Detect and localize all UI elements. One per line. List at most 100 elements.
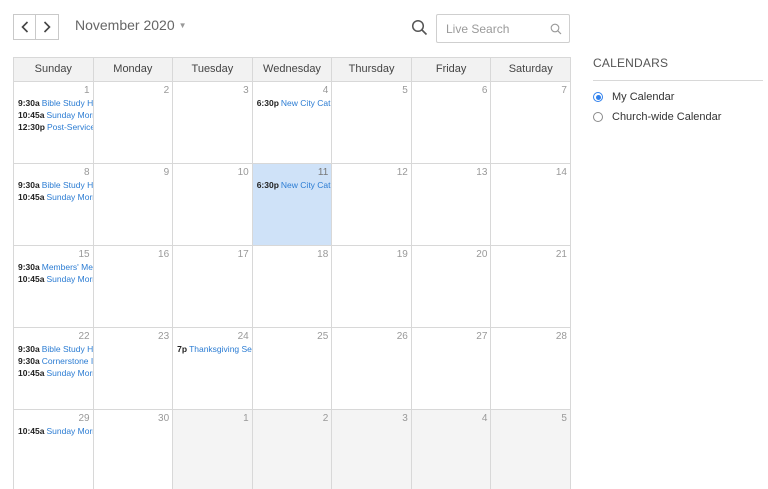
day-number[interactable]: 15 [14, 249, 93, 261]
caret-down-icon: ▼ [178, 20, 187, 30]
day-number[interactable]: 22 [14, 331, 93, 343]
day-cell[interactable]: 9 [93, 164, 174, 246]
radio-checked-icon[interactable] [593, 92, 603, 102]
day-cell[interactable]: 16 [93, 246, 174, 328]
day-cell-other-month[interactable]: 5 [491, 410, 571, 489]
day-number[interactable]: 1 [173, 413, 252, 425]
day-cell[interactable]: 15 9:30a Members' Me 10:45a Sunday Morr [14, 246, 94, 328]
day-number[interactable]: 6 [412, 85, 491, 97]
search-icon[interactable] [411, 19, 428, 41]
day-cell[interactable]: 17 [173, 246, 253, 328]
event-link[interactable]: 9:30a Bible Study H [14, 179, 93, 191]
event-time: 9:30a [18, 344, 40, 354]
day-cell[interactable]: 18 [252, 246, 333, 328]
event-link[interactable]: 10:45a Sunday Morr [14, 367, 93, 379]
event-link[interactable]: 9:30a Members' Me [14, 261, 93, 273]
day-cell[interactable]: 12 [332, 164, 412, 246]
event-link[interactable]: 9:30a Cornerstone I [14, 355, 93, 367]
next-month-button[interactable] [36, 14, 59, 40]
event-title: Bible Study H [41, 98, 93, 108]
day-number[interactable]: 5 [332, 85, 411, 97]
day-cell[interactable]: 20 [411, 246, 492, 328]
day-number[interactable]: 13 [412, 167, 491, 179]
day-cell[interactable]: 22 9:30a Bible Study H 9:30a Cornerstone I 10… [14, 328, 94, 410]
event-link[interactable]: 10:45a Sunday Morr [14, 109, 93, 121]
day-number[interactable]: 25 [253, 331, 332, 343]
day-cell[interactable]: 13 [411, 164, 492, 246]
day-cell-today[interactable]: 11 6:30p New City Cat [252, 164, 333, 246]
day-cell[interactable]: 2 [93, 82, 174, 164]
day-cell[interactable]: 23 [93, 328, 174, 410]
event-link[interactable]: 9:30a Bible Study H [14, 97, 93, 109]
day-number[interactable]: 12 [332, 167, 411, 179]
previous-month-button[interactable] [13, 14, 36, 40]
day-number[interactable]: 11 [253, 167, 332, 179]
day-number[interactable]: 2 [94, 85, 173, 97]
day-number[interactable]: 26 [332, 331, 411, 343]
event-title: Sunday Morr [46, 110, 93, 120]
day-cell[interactable]: 8 9:30a Bible Study H 10:45a Sunday Morr [14, 164, 94, 246]
day-number[interactable]: 29 [14, 413, 93, 425]
day-cell[interactable]: 10 [173, 164, 253, 246]
event-link[interactable]: 7p Thanksgiving Ser [173, 343, 252, 355]
live-search-input[interactable] [446, 21, 542, 36]
day-number[interactable]: 14 [491, 167, 570, 179]
event-link[interactable]: 9:30a Bible Study H [14, 343, 93, 355]
day-cell[interactable]: 27 [411, 328, 492, 410]
day-cell[interactable]: 14 [491, 164, 571, 246]
day-cell[interactable]: 26 [332, 328, 412, 410]
event-title: Sunday Morr [46, 274, 93, 284]
day-number[interactable]: 4 [253, 85, 332, 97]
day-number[interactable]: 20 [412, 249, 491, 261]
event-link[interactable]: 10:45a Sunday Morr [14, 273, 93, 285]
day-number[interactable]: 19 [332, 249, 411, 261]
day-cell-other-month[interactable]: 1 [173, 410, 253, 489]
day-number[interactable]: 2 [253, 413, 332, 425]
radio-unchecked-icon[interactable] [593, 112, 603, 122]
day-number[interactable]: 3 [332, 413, 411, 425]
day-number[interactable]: 23 [94, 331, 173, 343]
day-cell[interactable]: 21 [491, 246, 571, 328]
live-search-field[interactable] [436, 14, 570, 43]
day-number[interactable]: 30 [94, 413, 173, 425]
day-number[interactable]: 1 [14, 85, 93, 97]
day-number[interactable]: 28 [491, 331, 570, 343]
day-number[interactable]: 18 [253, 249, 332, 261]
month-selector[interactable]: November 2020 ▼ [75, 17, 187, 33]
event-link[interactable]: 12:30p Post-Service [14, 121, 93, 133]
event-title: Sunday Morr [46, 426, 93, 436]
day-number[interactable]: 3 [173, 85, 252, 97]
day-cell[interactable]: 28 [491, 328, 571, 410]
day-number[interactable]: 24 [173, 331, 252, 343]
day-cell[interactable]: 6 [411, 82, 492, 164]
day-cell[interactable]: 3 [173, 82, 253, 164]
calendar-option[interactable]: Church-wide Calendar [593, 111, 763, 123]
day-number[interactable]: 10 [173, 167, 252, 179]
day-number[interactable]: 17 [173, 249, 252, 261]
day-number[interactable]: 9 [94, 167, 173, 179]
day-cell[interactable]: 4 6:30p New City Cat [252, 82, 333, 164]
day-number[interactable]: 7 [491, 85, 570, 97]
event-link[interactable]: 6:30p New City Cat [253, 97, 332, 109]
day-cell-other-month[interactable]: 3 [332, 410, 412, 489]
day-cell[interactable]: 7 [491, 82, 571, 164]
day-cell[interactable]: 25 [252, 328, 333, 410]
day-number[interactable]: 5 [491, 413, 570, 425]
day-cell[interactable]: 1 9:30a Bible Study H 10:45a Sunday Morr 12:3… [14, 82, 94, 164]
event-link[interactable]: 10:45a Sunday Morr [14, 425, 93, 437]
day-cell-other-month[interactable]: 4 [411, 410, 492, 489]
event-link[interactable]: 6:30p New City Cat [253, 179, 332, 191]
day-cell[interactable]: 24 7p Thanksgiving Ser [173, 328, 253, 410]
day-number[interactable]: 16 [94, 249, 173, 261]
day-number[interactable]: 8 [14, 167, 93, 179]
day-cell-other-month[interactable]: 2 [252, 410, 333, 489]
calendar-option[interactable]: My Calendar [593, 91, 763, 103]
day-cell[interactable]: 30 [94, 410, 174, 489]
day-number[interactable]: 21 [491, 249, 570, 261]
day-cell[interactable]: 5 [332, 82, 412, 164]
day-cell[interactable]: 19 [332, 246, 412, 328]
day-cell[interactable]: 29 10:45a Sunday Morr [14, 410, 94, 489]
event-link[interactable]: 10:45a Sunday Morr [14, 191, 93, 203]
day-number[interactable]: 4 [412, 413, 491, 425]
day-number[interactable]: 27 [412, 331, 491, 343]
